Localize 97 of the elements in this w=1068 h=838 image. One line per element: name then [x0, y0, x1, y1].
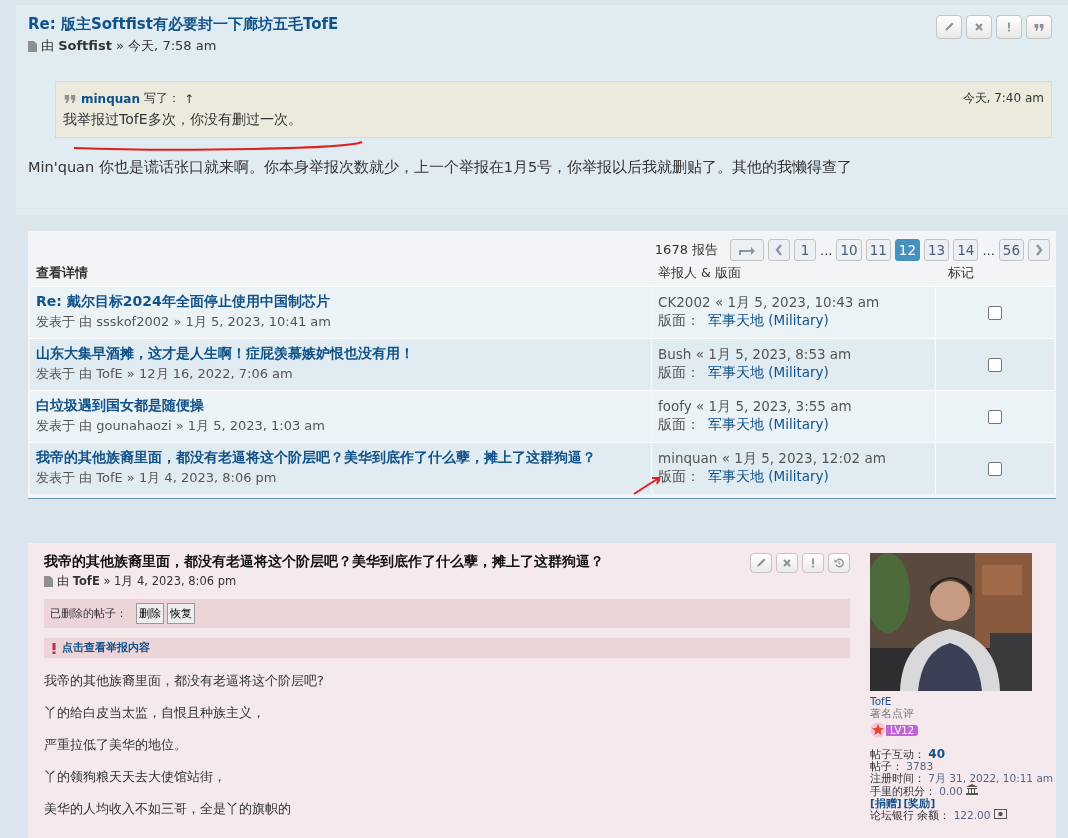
chevron-right-icon	[1035, 244, 1043, 256]
jump-icon	[738, 244, 757, 256]
report-link[interactable]: 点击查看举报内容	[62, 641, 150, 655]
reporter-info: CK2002 « 1月 5, 2023, 10:43 am	[658, 293, 881, 311]
moderation-button[interactable]: 恢复	[167, 603, 195, 624]
report-button[interactable]	[802, 553, 824, 573]
report-button[interactable]	[996, 15, 1022, 39]
username[interactable]: TofE	[870, 695, 1056, 707]
chevron-left-icon	[775, 244, 784, 256]
post-byline: 由 TofE » 1月 4, 2023, 8:06 pm	[57, 574, 237, 589]
document-icon	[44, 576, 53, 587]
delete-button[interactable]	[776, 553, 798, 573]
topic-link[interactable]: Re: 戴尔目标2024年全面停止使用中国制芯片	[36, 293, 645, 311]
post-title[interactable]: Re: 版主Softfist有必要封一下廊坊五毛TofE	[28, 15, 936, 34]
undo-button[interactable]	[828, 553, 850, 573]
edit-icon	[943, 21, 955, 33]
quote-time: 今天, 7:40 am	[962, 90, 1044, 107]
quote-text: 我举报过TofE多次，你没有删过一次。	[63, 111, 303, 129]
quote-wrote: 写了：	[143, 90, 180, 107]
undo-icon	[833, 557, 845, 569]
profile-link[interactable]: [捐赠]	[870, 797, 902, 809]
reporter-info: Bush « 1月 5, 2023, 8:53 am	[658, 345, 853, 363]
forum-label: 版面：	[658, 312, 700, 328]
page-button[interactable]: 11	[865, 239, 891, 261]
post-paragraph: 严重拉低了美华的地位。	[44, 736, 188, 754]
forum-link[interactable]: 军事天地 (Military)	[708, 364, 829, 380]
jump-link[interactable]: ↑	[183, 91, 194, 106]
forum-link[interactable]: 军事天地 (Military)	[708, 312, 829, 328]
cash-icon	[993, 809, 1007, 819]
delete-icon	[781, 557, 793, 569]
edit-button[interactable]	[936, 15, 962, 39]
post-paragraph: 我帝的其他族裔里面，都没有老逼将这个阶层吧?	[44, 672, 325, 690]
stat-value: 0.00	[939, 785, 963, 797]
column-header: 举报人 & 版面	[658, 265, 742, 282]
deleted-label: 已删除的帖子：	[50, 606, 127, 621]
user-rank: 著名点评	[870, 707, 915, 721]
next-button[interactable]	[1028, 239, 1050, 261]
column-header: 查看详情	[36, 265, 89, 282]
post-byline: 由 Softfist » 今天, 7:58 am	[41, 37, 217, 55]
delete-button[interactable]	[966, 15, 992, 39]
post-body: Min'quan 你也是谎话张口就来啊。你本身举报次数就少，上一个举报在1月5号，你举报以后我就删贴了。其他的我懒得查了	[28, 158, 854, 177]
page-button[interactable]: 56	[998, 239, 1024, 261]
topic-meta: 发表于 由 gounahaozi » 1月 5, 2023, 1:03 am	[36, 417, 326, 435]
bank-icon	[966, 784, 979, 795]
page-ellipsis: ...	[982, 242, 995, 258]
mark-checkbox[interactable]	[988, 461, 1002, 476]
delete-icon	[973, 21, 985, 33]
stat-label: 论坛银行 余额：	[870, 809, 951, 821]
page-ellipsis: ...	[820, 242, 833, 258]
quote-button[interactable]	[1026, 15, 1052, 39]
jump-button[interactable]	[730, 239, 765, 261]
edit-icon	[755, 557, 767, 569]
stat-value: 7月 31, 2022, 10:11 am	[928, 772, 1054, 784]
quote-author[interactable]: minquan	[81, 91, 140, 106]
quote-icon	[1033, 21, 1045, 33]
exclamation-icon	[52, 642, 56, 654]
post-title[interactable]: 我帝的其他族裔里面，都没有老逼将这个阶层吧？美华到底作了什么孽，摊上了这群狗逼？	[44, 553, 750, 571]
topic-meta: 发表于 由 ssskof2002 » 1月 5, 2023, 10:41 am	[36, 313, 332, 331]
forum-label: 版面：	[658, 364, 700, 380]
edit-button[interactable]	[750, 553, 772, 573]
stat-value: 3783	[906, 760, 934, 772]
mark-checkbox[interactable]	[988, 409, 1002, 424]
level-badge: LV12	[886, 724, 919, 736]
stat-label: 注册时间：	[870, 772, 925, 784]
reporter-info: minquan « 1月 5, 2023, 12:02 am	[658, 449, 887, 467]
previous-button[interactable]	[768, 239, 791, 261]
forum-label: 版面：	[658, 416, 700, 432]
star-icon	[870, 722, 886, 738]
forum-label: 版面：	[658, 468, 700, 484]
stat-label: 帖子互动：	[870, 748, 925, 760]
page-button[interactable]: 14	[953, 239, 979, 261]
stat-value: 122.00	[953, 809, 991, 821]
page-button[interactable]: 13	[924, 239, 950, 261]
forum-link[interactable]: 军事天地 (Military)	[708, 416, 829, 432]
post-paragraph: 丫的给白皮当太监，自恨且种族主义，	[44, 704, 266, 722]
topic-meta: 发表于 由 TofE » 1月 4, 2023, 8:06 pm	[36, 469, 278, 487]
topic-link[interactable]: 山东大集早酒摊，这才是人生啊！症屁羡慕嫉妒恨也没有用！	[36, 345, 645, 363]
page-button[interactable]: 10	[836, 239, 862, 261]
profile-link[interactable]: [奖励]	[903, 797, 936, 809]
page-button[interactable]: 1	[794, 239, 817, 261]
topic-link[interactable]: 白垃圾遇到国女都是随便操	[36, 397, 645, 415]
topic-link[interactable]: 我帝的其他族裔里面，都没有老逼将这个阶层吧？美华到底作了什么孽，摊上了这群狗逼？	[36, 449, 645, 467]
quote-icon	[63, 93, 77, 104]
mark-checkbox[interactable]	[988, 357, 1002, 372]
mark-checkbox[interactable]	[988, 305, 1002, 320]
post-paragraph: 丫的领狗粮天天去大使馆站街，	[44, 768, 227, 786]
stat-label: 手里的积分：	[870, 785, 936, 797]
stat-label: 帖子：	[870, 760, 903, 772]
stat-value: 40	[928, 747, 946, 761]
topic-meta: 发表于 由 TofE » 12月 16, 2022, 7:06 am	[36, 365, 294, 383]
moderation-button[interactable]: 删除	[136, 603, 164, 624]
forum-link[interactable]: 军事天地 (Military)	[708, 468, 829, 484]
report-count: 1678 报告	[654, 241, 719, 259]
post-paragraph: 美华的人均收入不如三哥，全是丫的旗帜的	[44, 800, 292, 818]
reporter-info: foofy « 1月 5, 2023, 3:55 am	[658, 397, 853, 415]
document-icon	[28, 40, 37, 52]
column-header: 标记	[948, 265, 975, 282]
